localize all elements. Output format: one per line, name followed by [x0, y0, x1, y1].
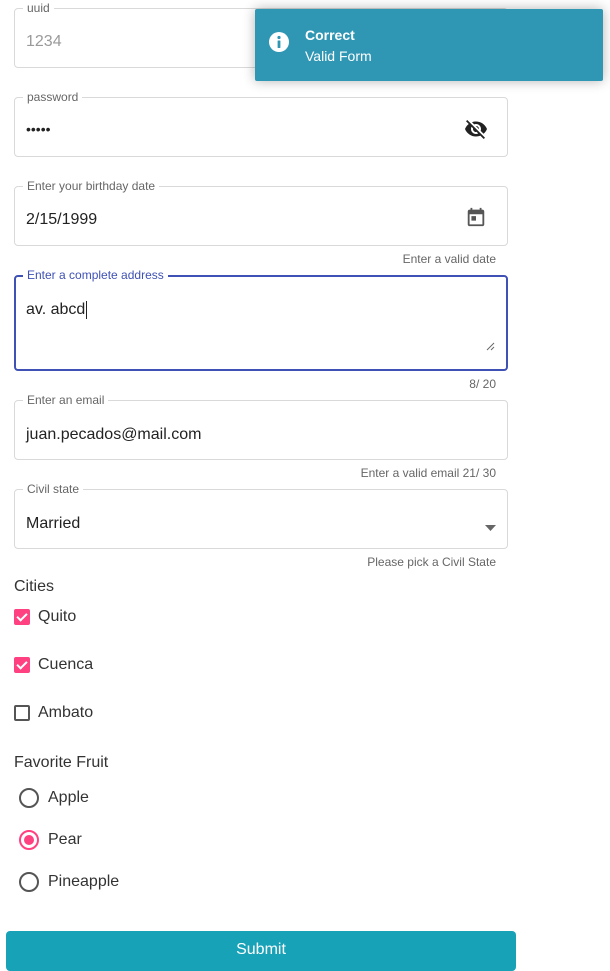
- submit-button[interactable]: Submit: [6, 931, 516, 971]
- cities-title: Cities: [14, 578, 55, 595]
- address-value: av. abcd: [26, 300, 88, 320]
- dropdown-arrow-icon[interactable]: [485, 518, 496, 536]
- birthday-label: Enter your birthday date: [23, 178, 160, 194]
- radio-unselected-icon[interactable]: [19, 872, 39, 892]
- fruit-title: Favorite Fruit: [14, 754, 109, 771]
- checkbox-label: Quito: [38, 608, 77, 625]
- checkbox-cuenca[interactable]: Cuenca: [14, 654, 93, 676]
- checkbox-label: Ambato: [38, 704, 94, 721]
- civil-state-label: Civil state: [23, 481, 84, 497]
- address-counter: 8/ 20: [469, 377, 496, 391]
- radio-pineapple[interactable]: Pineapple: [14, 871, 119, 893]
- password-label: password: [23, 89, 83, 105]
- address-field[interactable]: Enter a complete address av. abcd: [14, 267, 508, 371]
- checkbox-unchecked-icon[interactable]: [14, 705, 30, 721]
- calendar-icon[interactable]: [465, 206, 487, 233]
- civil-state-hint: Please pick a Civil State: [367, 555, 496, 569]
- checkbox-ambato[interactable]: Ambato: [14, 702, 93, 724]
- checkbox-checked-icon[interactable]: [14, 609, 30, 625]
- radio-selected-icon[interactable]: [19, 830, 39, 850]
- birthday-value: 2/15/1999: [26, 211, 98, 228]
- civil-state-value: Married: [26, 515, 81, 532]
- text-cursor: [86, 300, 88, 319]
- toast-notification[interactable]: Correct Valid Form: [255, 9, 603, 81]
- birthday-hint: Enter a valid date: [402, 252, 496, 266]
- radio-label: Pineapple: [48, 873, 120, 890]
- email-label: Enter an email: [23, 392, 109, 408]
- checkbox-label: Cuenca: [38, 656, 94, 673]
- toast-message: Valid Form: [305, 48, 372, 64]
- radio-apple[interactable]: Apple: [14, 787, 89, 809]
- address-label: Enter a complete address: [23, 267, 168, 283]
- radio-unselected-icon[interactable]: [19, 788, 39, 808]
- toast-title: Correct: [305, 27, 355, 43]
- resize-handle-icon[interactable]: [486, 338, 495, 356]
- email-hint: Enter a valid email 21/ 30: [360, 466, 496, 480]
- password-value: •••••: [26, 121, 51, 137]
- eye-off-icon[interactable]: [464, 117, 488, 146]
- uuid-label: uuid: [23, 0, 54, 16]
- checkbox-checked-icon[interactable]: [14, 657, 30, 673]
- birthday-field[interactable]: Enter your birthday date 2/15/1999: [14, 178, 508, 246]
- password-field[interactable]: password •••••: [14, 89, 508, 157]
- radio-label: Apple: [48, 789, 89, 806]
- address-text: av. abcd: [26, 301, 86, 318]
- email-value: juan.pecados@mail.com: [26, 426, 202, 443]
- checkbox-quito[interactable]: Quito: [14, 606, 76, 628]
- civil-state-select[interactable]: Civil state Married: [14, 481, 508, 549]
- radio-pear[interactable]: Pear: [14, 829, 82, 851]
- radio-label: Pear: [48, 831, 82, 848]
- info-icon: [268, 31, 290, 58]
- uuid-placeholder: 1234: [26, 33, 62, 50]
- email-field[interactable]: Enter an email juan.pecados@mail.com: [14, 392, 508, 460]
